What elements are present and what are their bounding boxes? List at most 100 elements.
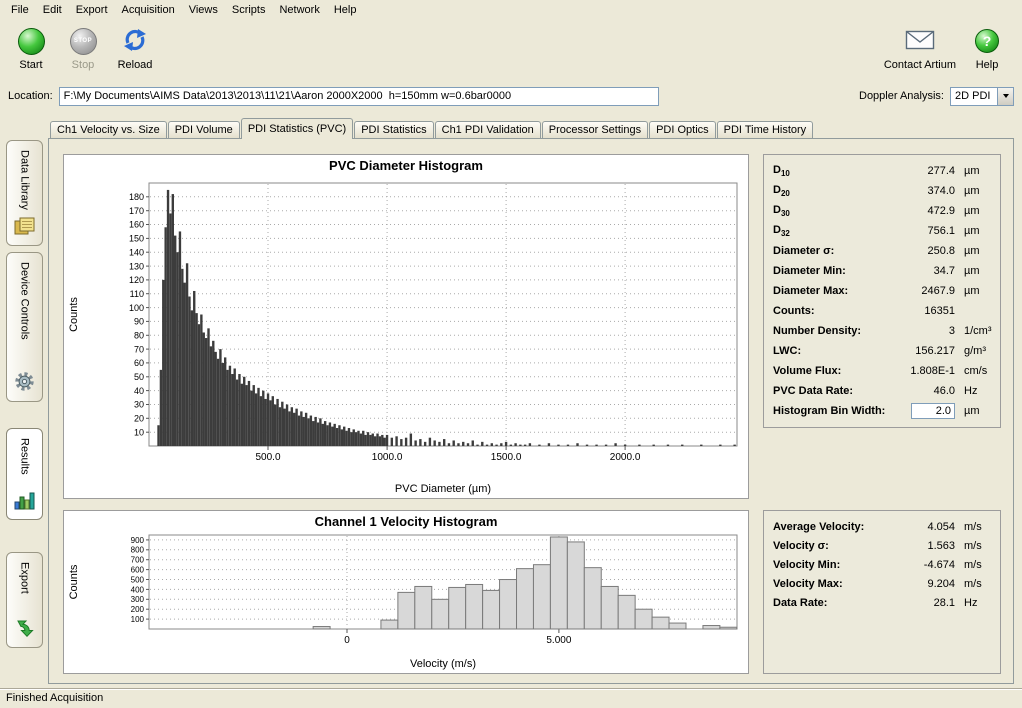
svg-text:500.0: 500.0 (255, 452, 280, 463)
stat-unit: µm (955, 165, 991, 177)
contact-artium-button[interactable]: Contact Artium (884, 25, 956, 71)
gear-icon (14, 371, 35, 395)
stat-value: 34.7 (893, 265, 955, 277)
location-bar: Location: Doppler Analysis: 2D PDI (0, 84, 1022, 108)
svg-text:100: 100 (129, 303, 144, 313)
stat-label: Velocity Max: (773, 578, 893, 590)
doppler-analysis-select[interactable]: 2D PDI (950, 87, 1014, 106)
envelope-icon (905, 29, 935, 54)
stat-row: Diameter Min:34.7µm (773, 261, 991, 281)
stat-value: 250.8 (893, 245, 955, 257)
menu-item-network[interactable]: Network (272, 2, 326, 18)
toolbar: Start STOP Stop Reload (0, 19, 1022, 82)
status-bar: Finished Acquisition (0, 688, 1022, 708)
stat-unit: Hz (955, 597, 991, 609)
svg-text:130: 130 (129, 261, 144, 271)
menu-item-scripts[interactable]: Scripts (225, 2, 273, 18)
reload-button-label: Reload (118, 59, 153, 71)
svg-text:1500.0: 1500.0 (491, 452, 522, 463)
start-button-label: Start (19, 59, 42, 71)
tab-ch1-velocity-vs-size[interactable]: Ch1 Velocity vs. Size (50, 121, 167, 138)
stat-row: PVC Data Rate:46.0Hz (773, 381, 991, 401)
reload-button[interactable]: Reload (114, 25, 156, 71)
svg-text:2000.0: 2000.0 (610, 452, 641, 463)
tab-pdi-volume[interactable]: PDI Volume (168, 121, 240, 138)
stat-row: D10277.4µm (773, 161, 991, 181)
stat-unit: m/s (955, 559, 991, 571)
stat-value: 1.563 (893, 540, 955, 552)
stat-row: Diameter σ:250.8µm (773, 241, 991, 261)
stat-label: D32 (773, 224, 893, 238)
stat-unit: µm (955, 185, 991, 197)
menu-item-file[interactable]: File (4, 2, 36, 18)
svg-text:700: 700 (131, 556, 145, 565)
stat-row: Velocity σ:1.563m/s (773, 536, 991, 555)
stat-label: Diameter Min: (773, 265, 893, 277)
stat-row: D30472.9µm (773, 201, 991, 221)
pvc-diameter-histogram-title: PVC Diameter Histogram (64, 155, 748, 175)
svg-text:140: 140 (129, 247, 144, 257)
location-input[interactable] (59, 87, 659, 106)
tab-pdi-statistics-pvc[interactable]: PDI Statistics (PVC) (241, 118, 353, 139)
stat-row: LWC:156.217g/m³ (773, 341, 991, 361)
location-label: Location: (8, 90, 53, 102)
svg-text:40: 40 (134, 386, 144, 396)
svg-text:170: 170 (129, 206, 144, 216)
stat-value: 3 (893, 325, 955, 337)
stat-unit: m/s (955, 540, 991, 552)
tab-processor-settings[interactable]: Processor Settings (542, 121, 648, 138)
stat-row: Counts:16351 (773, 301, 991, 321)
sidebar-item-device-controls[interactable]: Device Controls (6, 252, 43, 402)
svg-text:900: 900 (131, 536, 145, 545)
stop-button[interactable]: STOP Stop (62, 25, 104, 71)
svg-text:80: 80 (134, 331, 144, 341)
chevron-down-icon[interactable] (997, 88, 1013, 105)
reload-icon (121, 26, 149, 57)
menu-item-views[interactable]: Views (182, 2, 225, 18)
svg-text:70: 70 (134, 344, 144, 354)
menu-item-export[interactable]: Export (69, 2, 115, 18)
help-button[interactable]: ? Help (966, 25, 1008, 71)
stat-unit: 1/cm³ (955, 325, 991, 337)
contact-artium-label: Contact Artium (884, 59, 956, 71)
stat-unit: µm (955, 265, 991, 277)
stat-label: Counts: (773, 305, 893, 317)
tab-control: Ch1 Velocity vs. SizePDI VolumePDI Stati… (48, 118, 1014, 684)
sidebar-item-results[interactable]: Results (6, 428, 43, 520)
svg-text:0: 0 (344, 635, 350, 646)
stat-row: Histogram Bin Width:µm (773, 401, 991, 421)
tab-pdi-time-history[interactable]: PDI Time History (717, 121, 814, 138)
histogram-bin-width-input[interactable] (911, 403, 955, 419)
velocity-histogram-title: Channel 1 Velocity Histogram (64, 511, 748, 531)
stat-value: 4.054 (893, 521, 955, 533)
tab-strip: Ch1 Velocity vs. SizePDI VolumePDI Stati… (50, 118, 1014, 138)
stat-label: Volume Flux: (773, 365, 893, 377)
stat-value: 156.217 (893, 345, 955, 357)
stat-unit: µm (955, 245, 991, 257)
svg-text:30: 30 (134, 400, 144, 410)
stat-row: Average Velocity:4.054m/s (773, 517, 991, 536)
stat-row: Volume Flux:1.808E-1cm/s (773, 361, 991, 381)
stat-row: Velocity Max:9.204m/s (773, 574, 991, 593)
tab-pdi-statistics[interactable]: PDI Statistics (354, 121, 433, 138)
stat-unit: cm/s (955, 365, 991, 377)
menu-item-acquisition[interactable]: Acquisition (115, 2, 182, 18)
sidebar-item-label: Results (19, 438, 31, 475)
menu-item-help[interactable]: Help (327, 2, 364, 18)
svg-text:300: 300 (131, 595, 145, 604)
tab-pdi-optics[interactable]: PDI Optics (649, 121, 716, 138)
stat-label: D10 (773, 164, 893, 178)
stat-value: 1.808E-1 (893, 365, 955, 377)
svg-text:160: 160 (129, 220, 144, 230)
sidebar-item-export[interactable]: Export (6, 552, 43, 648)
stop-button-label: Stop (72, 59, 95, 71)
tab-ch1-pdi-validation[interactable]: Ch1 PDI Validation (435, 121, 541, 138)
menu-item-edit[interactable]: Edit (36, 2, 69, 18)
sidebar-item-data-library[interactable]: Data Library (6, 140, 43, 246)
start-button[interactable]: Start (10, 25, 52, 71)
svg-text:200: 200 (131, 605, 145, 614)
sidebar-item-label: Device Controls (19, 262, 31, 340)
diameter-stats-panel: D10277.4µmD20374.0µmD30472.9µmD32756.1µm… (763, 154, 1001, 428)
help-icon: ? (975, 29, 999, 53)
chart-icon (14, 491, 35, 513)
